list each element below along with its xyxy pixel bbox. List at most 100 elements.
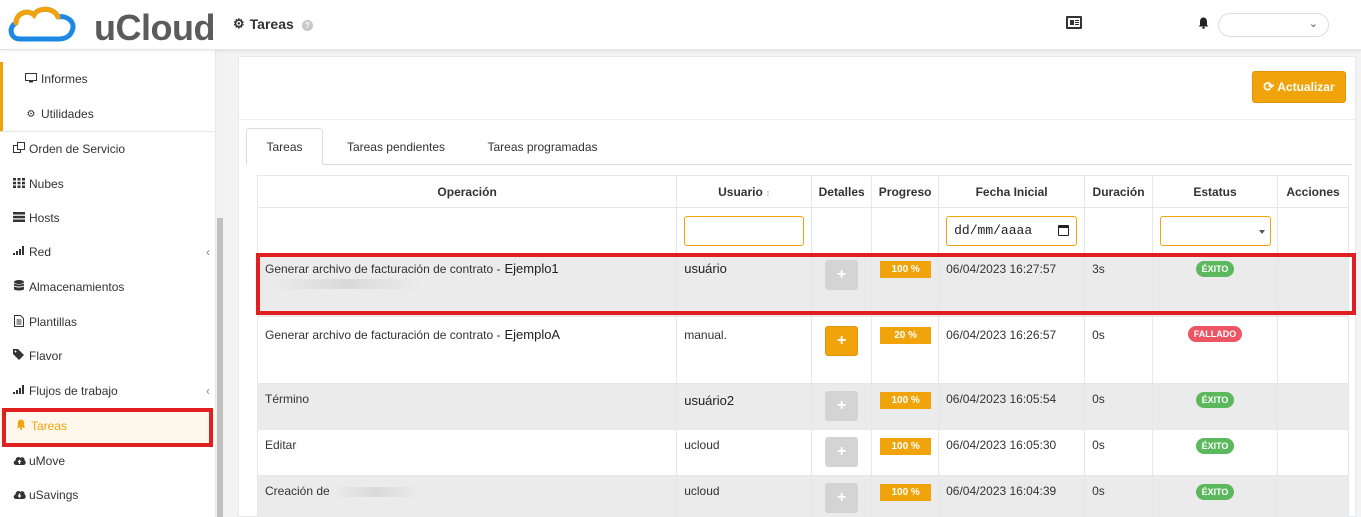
status-badge: FALLADO	[1187, 326, 1243, 342]
status-badge: ÉXITO	[1195, 392, 1235, 408]
cell-estatus: ÉXITO	[1152, 383, 1278, 430]
details-button[interactable]: +	[825, 437, 859, 467]
cell-operacion: Creación de	[256, 475, 678, 517]
cell-usuario: ucloud	[676, 475, 813, 517]
logo-text: uCloud	[94, 7, 215, 48]
cell-estatus: ÉXITO	[1152, 253, 1278, 317]
cell-estatus: ÉXITO	[1152, 429, 1278, 476]
sidebar-item-red[interactable]: Red ‹	[0, 235, 216, 269]
sidebar-item-label: Hosts	[29, 211, 60, 225]
estatus-filter-select[interactable]	[1160, 215, 1272, 246]
page-title: ⚙ Tareas ?	[233, 16, 313, 32]
page-title-text: Tareas	[249, 16, 294, 32]
table-row[interactable]: Editar ucloud + 100 % 06/04/2023 16:05:3…	[256, 429, 1349, 476]
cell-fecha: 06/04/2023 16:27:57	[938, 253, 1086, 317]
date-placeholder: dd/mm/aaaa	[954, 223, 1033, 238]
cell-usuario: usuário	[676, 253, 813, 317]
cell-progreso: 100 %	[871, 475, 940, 517]
sidebar-item-umove[interactable]: uMove	[0, 444, 216, 478]
cell-detalles: +	[811, 316, 873, 384]
sidebar-scrollbar-thumb[interactable]	[217, 218, 223, 517]
col-header-duracion: Duración	[1084, 175, 1154, 208]
bell-icon[interactable]	[1198, 17, 1209, 32]
cell-acciones	[1277, 316, 1349, 384]
tag-icon	[12, 349, 26, 363]
windows-icon	[12, 142, 26, 156]
duration-text: 0s	[1092, 392, 1105, 406]
cloud-upload-icon	[12, 455, 26, 468]
server-icon	[12, 211, 26, 225]
tab-bar: Tareas Tareas pendientes Tareas programa…	[246, 128, 1352, 165]
redacted-text	[271, 278, 421, 289]
filter-cell-empty	[256, 207, 678, 254]
details-button[interactable]: +	[825, 483, 859, 513]
cell-progreso: 100 %	[871, 383, 940, 430]
fecha-filter-input[interactable]: dd/mm/aaaa	[946, 215, 1078, 246]
col-header-fecha[interactable]: Fecha Inicial	[938, 175, 1086, 208]
sidebar-item-label: uSavings	[29, 488, 79, 502]
cell-usuario: usuário2	[676, 383, 813, 430]
col-header-operacion[interactable]: Operación	[256, 175, 678, 208]
status-badge: ÉXITO	[1195, 261, 1235, 277]
cell-usuario: manual.	[676, 316, 813, 384]
sidebar-item-label: Orden de Servicio	[29, 142, 126, 156]
tab-tareas-programadas[interactable]: Tareas programadas	[474, 128, 611, 165]
calendar-icon[interactable]	[1058, 225, 1070, 236]
duration-text: 0s	[1092, 328, 1105, 342]
cell-operacion: Término	[256, 383, 678, 430]
tab-tareas-pendientes[interactable]: Tareas pendientes	[336, 128, 456, 165]
sort-icon[interactable]: ↕	[766, 188, 771, 198]
sidebar-item-flavor[interactable]: Flavor	[0, 339, 216, 373]
details-button[interactable]: +	[825, 391, 859, 421]
details-button[interactable]: +	[825, 326, 859, 356]
cell-duracion: 0s	[1084, 429, 1154, 476]
plus-icon: +	[836, 332, 847, 349]
sidebar-item-hosts[interactable]: Hosts	[0, 201, 216, 235]
sidebar-item-label: Informes	[41, 72, 88, 86]
sidebar-item-utilidades[interactable]: ⚙ Utilidades	[0, 97, 216, 131]
gear-icon: ⚙	[233, 16, 245, 31]
col-header-usuario[interactable]: Usuario ↕	[676, 175, 813, 208]
sidebar-item-informes[interactable]: Informes	[0, 62, 216, 96]
plus-icon: +	[836, 266, 847, 283]
sidebar-item-label: Nubes	[29, 177, 64, 191]
cell-acciones	[1277, 253, 1349, 317]
cell-acciones	[1277, 475, 1349, 517]
table-row[interactable]: Generar archivo de facturación de contra…	[256, 316, 1349, 384]
user-select[interactable]: ⌄	[1218, 13, 1329, 37]
sidebar-item-plantillas[interactable]: Plantillas	[0, 305, 216, 339]
col-header-acciones: Acciones	[1277, 175, 1349, 208]
sidebar-item-nubes[interactable]: Nubes	[0, 167, 216, 201]
tab-tareas[interactable]: Tareas	[246, 128, 323, 165]
refresh-button[interactable]: ⟳ Actualizar	[1252, 71, 1346, 103]
details-button[interactable]: +	[825, 260, 859, 290]
plus-icon: +	[836, 443, 847, 460]
sidebar-item-almacenamientos[interactable]: Almacenamientos	[0, 270, 216, 304]
id-card-icon[interactable]	[1066, 16, 1082, 29]
cell-detalles: +	[811, 429, 873, 476]
sidebar-item-orden-de-servicio[interactable]: Orden de Servicio	[0, 132, 216, 166]
usuario-filter-input[interactable]	[684, 215, 805, 246]
status-badge: ÉXITO	[1195, 484, 1235, 500]
sidebar-item-flujos-de-trabajo[interactable]: Flujos de trabajo ‹	[0, 374, 216, 408]
sidebar-item-usavings[interactable]: uSavings	[0, 478, 216, 512]
progress-badge: 100 %	[880, 438, 932, 455]
sidebar-item-tareas[interactable]: Tareas	[0, 409, 216, 443]
operation-text: Generar archivo de facturación de contra…	[265, 262, 501, 276]
table-row[interactable]: Creación de ucloud + 100 % 06/04/2023 16…	[256, 475, 1349, 517]
operation-name: EjemploA	[504, 327, 561, 342]
filter-cell-fecha: dd/mm/aaaa	[938, 207, 1086, 254]
table-row[interactable]: Generar archivo de facturación de contra…	[256, 253, 1349, 317]
table-row[interactable]: Término usuário2 + 100 % 06/04/2023 16:0…	[256, 383, 1349, 430]
cell-fecha: 06/04/2023 16:05:54	[938, 383, 1086, 430]
chevron-down-icon: ⌄	[1308, 18, 1318, 30]
cell-fecha: 06/04/2023 16:04:39	[938, 475, 1086, 517]
cell-progreso: 100 %	[871, 253, 940, 317]
caret-down-icon	[1259, 229, 1266, 234]
ucloud-logo[interactable]: uCloud	[6, 5, 215, 48]
question-circle-icon[interactable]: ?	[301, 19, 313, 31]
progress-badge: 100 %	[880, 484, 932, 501]
date-text: 06/04/2023 16:05:30	[946, 438, 1057, 452]
operation-text: Creación de	[265, 484, 330, 498]
col-header-estatus: Estatus	[1152, 175, 1278, 208]
